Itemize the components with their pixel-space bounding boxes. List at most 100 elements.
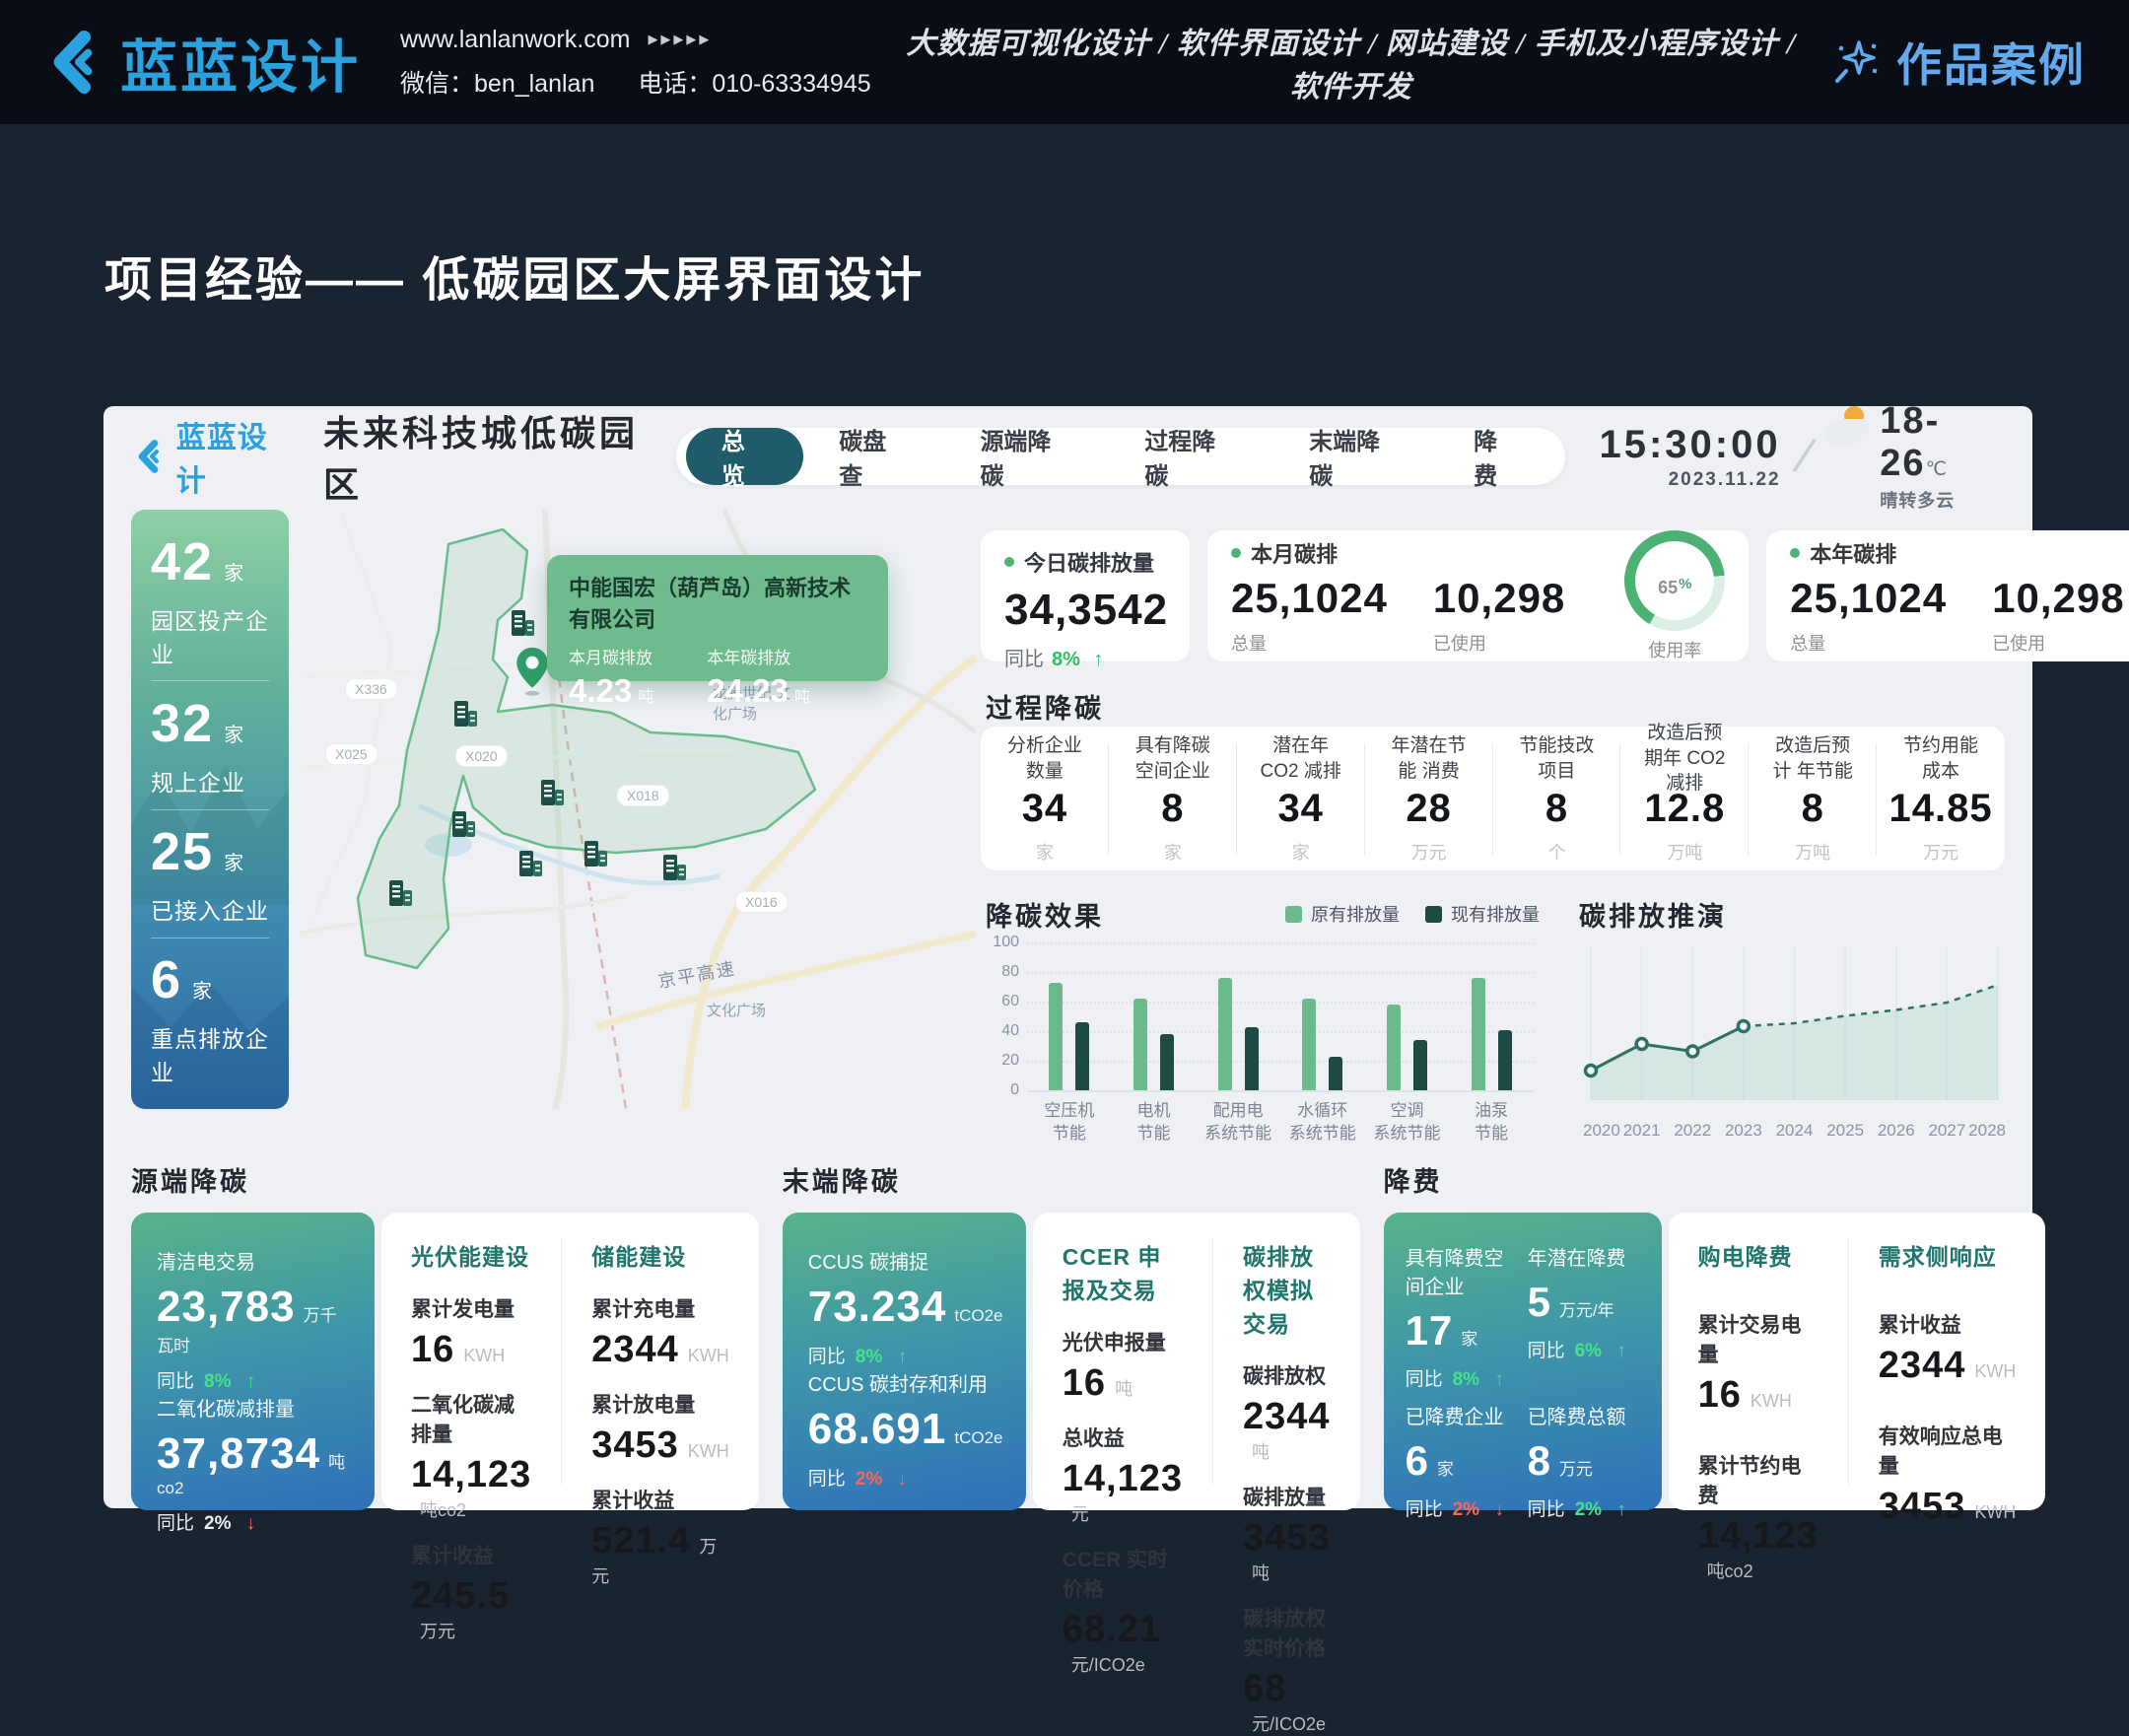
pv-construction-column: 光伏能建设 累计发电量16KWH 二氧化碳减排量14,123吨co2 累计收益2…	[381, 1238, 561, 1485]
building-icon[interactable]	[581, 839, 610, 868]
cost-space-enterprises-stat: 具有降费空间企业 17家 同比8% ↑	[1406, 1242, 1518, 1391]
legend-swatch-icon	[1285, 906, 1302, 923]
tab-overview[interactable]: 总览	[686, 428, 803, 485]
website-url[interactable]: www.lanlanwork.com	[400, 26, 630, 54]
temperature-unit: ℃	[1926, 459, 1947, 480]
green-dot-icon	[1790, 548, 1800, 558]
bar-group: 配用电系统节能	[1218, 942, 1259, 1090]
building-icon[interactable]	[385, 878, 415, 908]
bar-original	[1218, 978, 1232, 1090]
contact-info: www.lanlanwork.com ▶▶▶▶▶ 微信：ben_lanlan 电…	[400, 26, 871, 100]
bar-category-label: 油泵节能	[1427, 1100, 1555, 1146]
tab-process-reduction[interactable]: 过程降碳	[1109, 428, 1273, 485]
arrows-decoration: ▶▶▶▶▶	[648, 32, 712, 47]
building-icon[interactable]	[515, 849, 545, 878]
legend-swatch-icon	[1425, 906, 1442, 923]
svg-text:2020: 2020	[1583, 1121, 1620, 1140]
section-end-reduction: 末端降碳 CCUS 碳捕捉 73.234tCO2e 同比8% ↑ CCUS 碳封…	[783, 1160, 1360, 1510]
lanlan-logo-icon-small	[133, 440, 167, 473]
portfolio-label: 作品案例	[1896, 30, 2086, 95]
stat-connected-enterprises: 25家 已接入企业	[131, 821, 289, 926]
weather-icon	[1825, 406, 1870, 446]
building-icon[interactable]	[448, 809, 478, 839]
stat-invested-enterprises: 42家 园区投产企业	[131, 531, 289, 669]
tab-end-reduction[interactable]: 末端降碳	[1273, 428, 1438, 485]
stat-key-emitters: 6家 重点排放企业	[131, 949, 289, 1087]
bar-original	[1049, 983, 1063, 1091]
building-icon[interactable]	[537, 778, 567, 807]
clean-power-trade-stat: 清洁电交易 23,783万千瓦时 同比8% ↑	[157, 1246, 349, 1393]
divider	[151, 937, 269, 938]
clock-weather: 15:30:00 2023.11.22 / 18-26℃ 晴转多云	[1599, 400, 2005, 513]
process-stat: 改造后预期年 CO2 减排12.8万吨	[1620, 728, 1749, 870]
svg-text:2024: 2024	[1776, 1121, 1814, 1140]
process-stat: 年潜在节能 消费28万元	[1365, 728, 1493, 870]
green-dot-icon	[1004, 557, 1014, 567]
enterprise-stats-sidebar: 42家 园区投产企业 32家 规上企业 25家 已接入企业 6家 重点排放企业	[131, 510, 289, 1109]
section-source-reduction: 源端降碳 清洁电交易 23,783万千瓦时 同比8% ↑ 二氧化碳减排量 37,…	[131, 1160, 759, 1510]
svg-text:2022: 2022	[1674, 1121, 1711, 1140]
bar-chart: 020406080100 空压机节能电机节能配用电系统节能水循环系统节能空调系统…	[986, 942, 1540, 1140]
up-arrow-icon: ↑	[246, 1371, 256, 1392]
y-axis-tick: 20	[992, 1052, 1019, 1070]
nav-tabbar: 总览 碳盘查 源端降碳 过程降碳 末端降碳 降费	[676, 428, 1566, 485]
charts-row: 降碳效果 原有排放量现有排放量 020406080100 空压机节能电机节能配用…	[986, 897, 2005, 1134]
line-chart-title: 碳排放推演	[1579, 895, 1727, 934]
demand-response-column: 需求侧响应 累计收益2344KWH 有效响应总电量3453KWH	[1848, 1238, 2046, 1485]
stat-above-scale-enterprises: 32家 规上企业	[131, 693, 289, 798]
process-stat: 具有降碳 空间企业8家	[1109, 728, 1237, 870]
up-arrow-icon: ↑	[1093, 649, 1103, 670]
kpi-usage-rate: 65% 使用率	[1624, 530, 1725, 662]
power-purchase-column: 购电降费 累计交易电量16KWH 累计节约电费14,123吨co2	[1669, 1238, 1848, 1485]
tab-cost-reduction[interactable]: 降费	[1438, 428, 1555, 485]
potential-cost-saving-stat: 年潜在降费 5万元/年 同比6% ↑	[1528, 1242, 1640, 1391]
ccus-storage-stat: CCUS 碳封存和利用 68.691tCO2e 同比2% ↓	[808, 1368, 1000, 1491]
source-gradient-card: 清洁电交易 23,783万千瓦时 同比8% ↑ 二氧化碳减排量 37,8734吨…	[131, 1213, 375, 1510]
section-title: 末端降碳	[783, 1160, 1360, 1199]
bar-original	[1133, 999, 1147, 1090]
services-list: 大数据可视化设计 / 软件界面设计 / 网站建设 / 手机及小程序设计 / 软件…	[905, 19, 1798, 105]
total-cost-reduced-stat: 已降费总额 8万元 同比2% ↑	[1528, 1401, 1640, 1521]
bar-current	[1160, 1034, 1174, 1090]
bar-original	[1302, 999, 1316, 1090]
kpi-used: 10,298已使用	[1992, 575, 2124, 656]
cost-gradient-card: 具有降费空间企业 17家 同比8% ↑ 年潜在降费 5万元/年 同比6% ↑ 已…	[1384, 1213, 1662, 1510]
building-icon[interactable]	[508, 608, 537, 638]
tooltip-year-emission: 本年碳排放 24.23吨	[707, 644, 810, 710]
bar-current	[1245, 1027, 1259, 1091]
divider-slash: /	[1793, 429, 1814, 484]
portfolio-link[interactable]: 作品案例	[1831, 30, 2086, 95]
building-icon[interactable]	[659, 853, 689, 882]
end-detail-card: CCER 申报及交易 光伏申报量16吨 总收益14,123元 CCER 实时价格…	[1033, 1213, 1360, 1510]
kpi-used: 10,298已使用	[1433, 575, 1565, 656]
bottom-sections: 源端降碳 清洁电交易 23,783万千瓦时 同比8% ↑ 二氧化碳减排量 37,…	[131, 1160, 2005, 1510]
process-section-title: 过程降碳	[986, 687, 1104, 726]
kpi-row: 今日碳排放量 34,3542 同比8% ↑ 本月碳排 25,1024总量 10,…	[981, 530, 2005, 661]
magic-wand-icon	[1831, 36, 1883, 88]
bar-group: 空压机节能	[1049, 942, 1089, 1090]
company-name: 中能国宏（葫芦岛）高新技术有限公司	[569, 571, 866, 634]
legend-item: 现有排放量	[1425, 901, 1540, 927]
tab-source-reduction[interactable]: 源端降碳	[944, 428, 1109, 485]
y-axis-tick: 100	[992, 934, 1019, 951]
site-brand[interactable]: 蓝蓝设计	[43, 21, 361, 104]
process-stat: 分析企业 数量34家	[981, 728, 1109, 870]
place-label: 文化广场	[707, 1001, 815, 1021]
down-arrow-icon: ↓	[246, 1513, 256, 1534]
kpi-today-emission: 今日碳排放量 34,3542 同比8% ↑	[981, 530, 1190, 661]
bar-chart-title: 降碳效果	[986, 895, 1104, 934]
reduced-enterprises-stat: 已降费企业 6家 同比2% ↓	[1406, 1401, 1518, 1521]
process-stat: 改造后预计 年节能8万吨	[1749, 728, 1877, 870]
tab-carbon-inventory[interactable]: 碳盘查	[803, 428, 944, 485]
bar-original	[1472, 978, 1485, 1090]
process-stat: 潜在年CO2 减排34家	[1237, 728, 1365, 870]
park-map[interactable]: X336 X025 X020 X018 X016 高速 龙腾世纪 文化广场 京平…	[301, 510, 976, 1109]
dashboard-header: 蓝蓝设计 未来科技城低碳园区 总览 碳盘查 源端降碳 过程降碳 末端降碳 降费 …	[133, 426, 2005, 487]
y-axis-tick: 0	[992, 1081, 1019, 1099]
building-icon[interactable]	[450, 699, 480, 729]
wechat-contact: 微信：ben_lanlan	[400, 64, 594, 100]
kpi-value: 34,3542	[1004, 586, 1166, 635]
down-arrow-icon: ↓	[898, 1469, 908, 1490]
bar-current	[1075, 1022, 1089, 1090]
kpi-year-emission: 本年碳排 25,1024总量 10,298已使用 65% 使用率	[1766, 530, 2129, 661]
